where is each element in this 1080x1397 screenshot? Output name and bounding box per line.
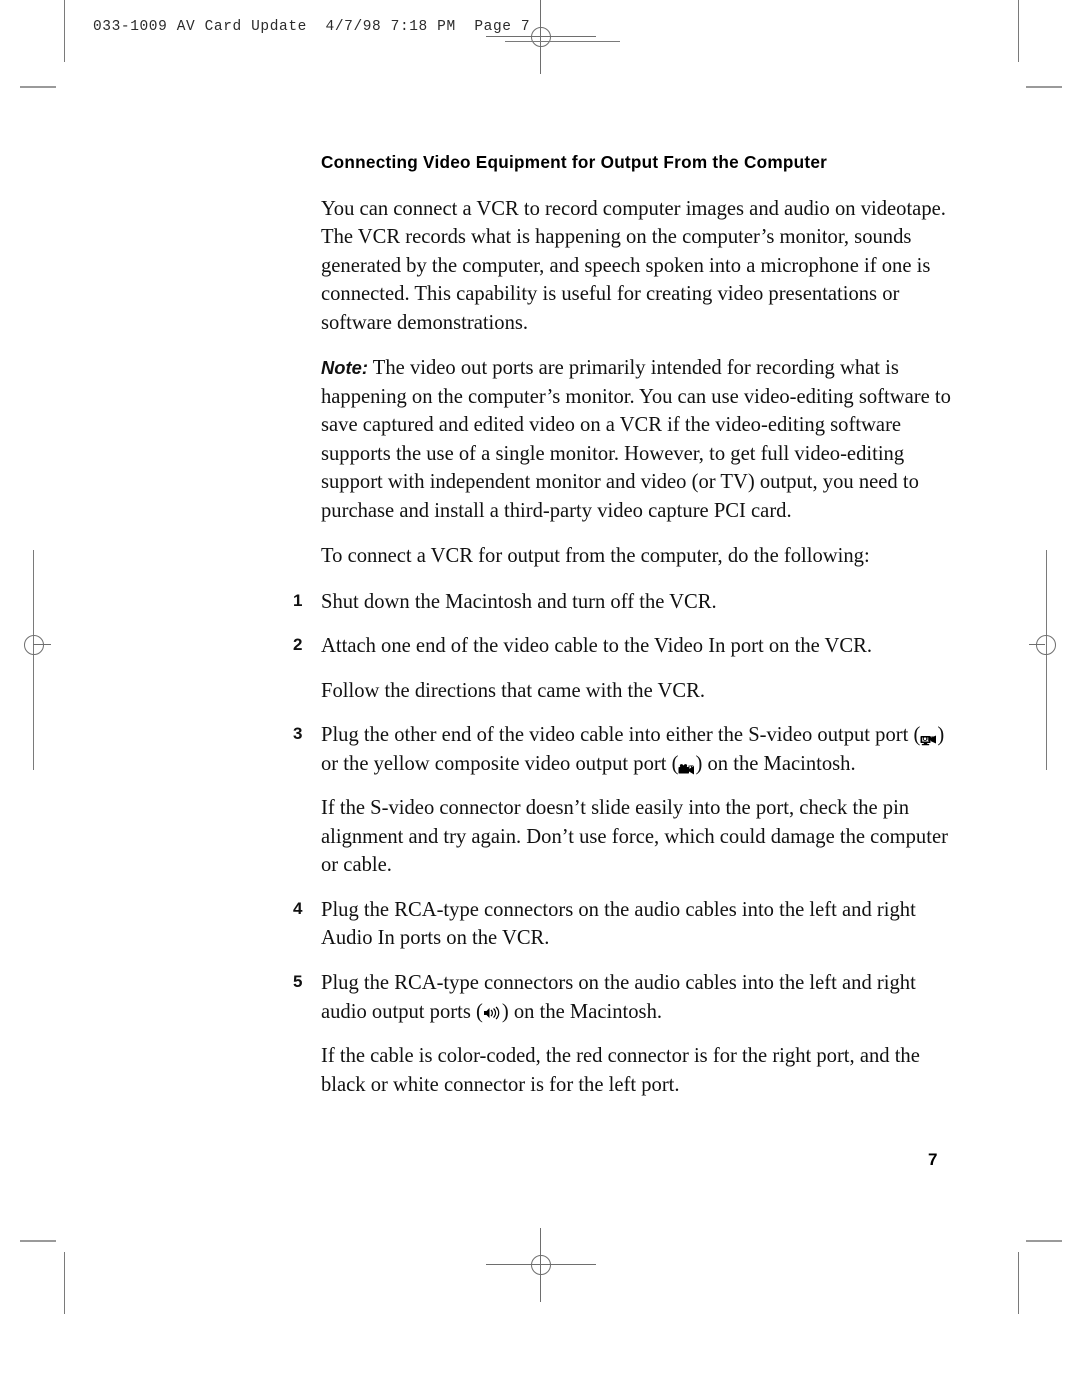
step-text: Plug the RCA-type connectors on the audi… xyxy=(321,898,916,950)
composite-out-text: OUT xyxy=(680,764,694,772)
audio-out-speaker-icon xyxy=(483,1000,502,1019)
slug-underline xyxy=(505,41,620,42)
crop-tick-top-left xyxy=(20,86,56,88)
crop-tick-top-right xyxy=(1026,86,1062,88)
intro-paragraph: You can connect a VCR to record computer… xyxy=(321,197,946,334)
step-text: Shut down the Macintosh and turn off the… xyxy=(321,590,717,613)
step-number: 2 xyxy=(293,635,303,655)
registration-crosshair-horizontal xyxy=(33,644,51,645)
step-number: 5 xyxy=(293,971,303,991)
registration-mark-right xyxy=(1029,628,1063,662)
step-item: 1 Shut down the Macintosh and turn off t… xyxy=(288,588,960,617)
content-column: Connecting Video Equipment for Output Fr… xyxy=(288,152,960,1115)
trim-line-right-middle xyxy=(1046,550,1047,770)
step-number: 3 xyxy=(293,724,303,744)
registration-crosshair-vertical xyxy=(540,0,541,74)
registration-crosshair-vertical xyxy=(540,1228,541,1302)
step-item: 4 Plug the RCA-type connectors on the au… xyxy=(288,896,960,953)
trim-line-right-bottom xyxy=(1018,1252,1019,1314)
crop-tick-bottom-right xyxy=(1026,1240,1062,1242)
s-video-out-port-icon: OUT xyxy=(920,726,937,746)
step-item: 5 Plug the RCA-type connectors on the au… xyxy=(288,969,960,1026)
substep-after-step-5: If the cable is color-coded, the red con… xyxy=(321,1045,920,1096)
registration-ring xyxy=(1036,635,1056,655)
trim-line-left-bottom xyxy=(64,1252,65,1314)
step-text-before-svideo-icon: Plug the other end of the video cable in… xyxy=(321,724,921,747)
page-number: 7 xyxy=(928,1150,938,1169)
registration-ring xyxy=(531,1255,551,1275)
lead-in-paragraph: To connect a VCR for output from the com… xyxy=(321,545,870,568)
substep-after-step-2: Follow the directions that came with the… xyxy=(321,679,705,702)
registration-crosshair-horizontal xyxy=(1029,644,1045,645)
trim-line-left-top xyxy=(64,0,65,62)
registration-crosshair-horizontal xyxy=(486,36,596,37)
step-item: 2 Attach one end of the video cable to t… xyxy=(288,632,960,661)
substep-after-step-3: If the S-video connector doesn’t slide e… xyxy=(321,797,948,877)
s-video-out-text: OUT xyxy=(922,736,936,744)
page-title: Connecting Video Equipment for Output Fr… xyxy=(321,152,828,172)
step-number: 4 xyxy=(293,898,303,918)
page-slug-line: 033-1009 AV Card Update 4/7/98 7:18 PM P… xyxy=(93,19,531,35)
note-paragraph: Note: The video out ports are primarily … xyxy=(321,354,960,525)
registration-ring xyxy=(24,635,44,655)
registration-crosshair-horizontal xyxy=(486,1264,596,1265)
step-number: 1 xyxy=(293,590,303,610)
registration-mark-left xyxy=(17,628,51,662)
registration-mark-bottom xyxy=(486,1228,596,1302)
step-text-after-icons: ) on the Macintosh. xyxy=(695,752,856,775)
crop-tick-bottom-left xyxy=(20,1240,56,1242)
step-text-after-audio-icon: ) on the Macintosh. xyxy=(501,1000,663,1023)
step-item: 3 Plug the other end of the video cable … xyxy=(288,721,960,778)
note-label: Note: xyxy=(321,357,368,379)
step-text: Attach one end of the video cable to the… xyxy=(321,635,873,658)
trim-line-left-middle xyxy=(33,550,34,770)
note-text: The video out ports are primarily intend… xyxy=(321,357,951,522)
composite-video-out-port-icon: OUT xyxy=(678,755,695,775)
registration-ring xyxy=(531,27,551,47)
trim-line-right-top xyxy=(1018,0,1019,62)
